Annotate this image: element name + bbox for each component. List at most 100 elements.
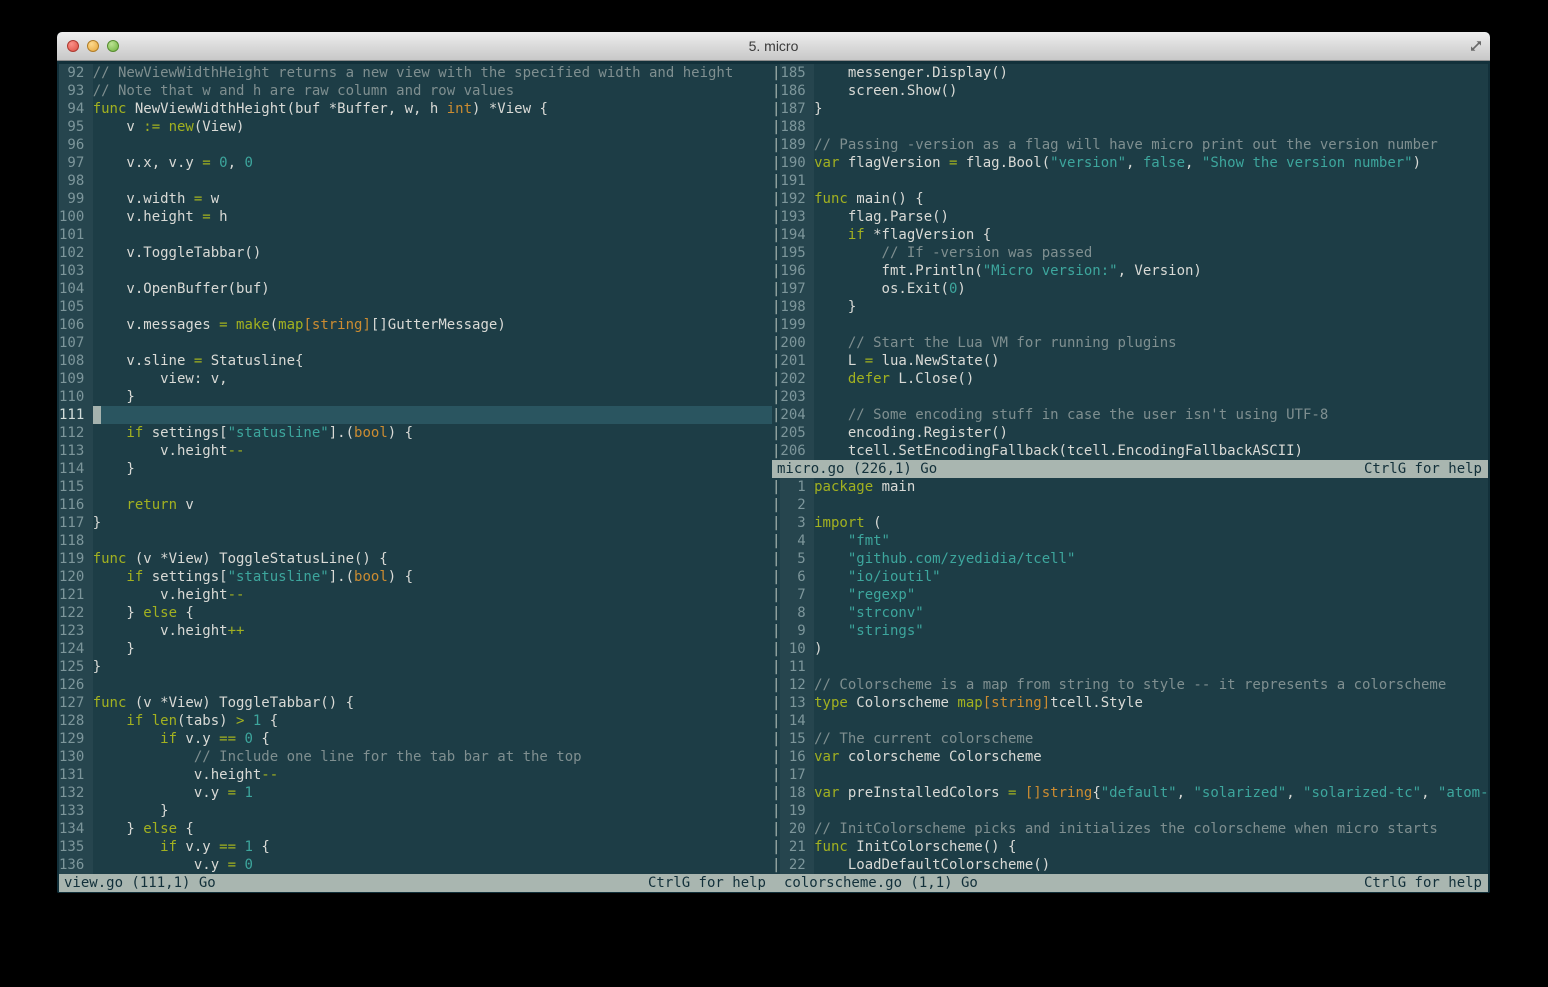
code-line[interactable]: 130 // Include one line for the tab bar … bbox=[59, 748, 772, 766]
code-line[interactable]: 95 v := new(View) bbox=[59, 118, 772, 136]
code-line[interactable]: 129 if v.y == 0 { bbox=[59, 730, 772, 748]
code-line[interactable]: 133 } bbox=[59, 802, 772, 820]
code-line[interactable]: 106 v.messages = make(map[string][]Gutte… bbox=[59, 316, 772, 334]
code-line[interactable]: 99 v.width = w bbox=[59, 190, 772, 208]
code-line[interactable]: | 2 bbox=[772, 496, 1488, 514]
code-line[interactable]: 125 } bbox=[59, 658, 772, 676]
code-line[interactable]: 104 v.OpenBuffer(buf) bbox=[59, 280, 772, 298]
code-text: } bbox=[93, 802, 169, 820]
code-line[interactable]: 97 v.x, v.y = 0, 0 bbox=[59, 154, 772, 172]
code-line[interactable]: 93 // Note that w and h are raw column a… bbox=[59, 82, 772, 100]
code-line[interactable]: 127 func (v *View) ToggleTabbar() { bbox=[59, 694, 772, 712]
code-line[interactable]: 116 return v bbox=[59, 496, 772, 514]
code-line[interactable]: |196 fmt.Println("Micro version:", Versi… bbox=[772, 262, 1488, 280]
micro-go-code[interactable]: |185 messenger.Display()|186 screen.Show… bbox=[772, 64, 1488, 460]
code-line[interactable]: |186 screen.Show() bbox=[772, 82, 1488, 100]
code-line[interactable]: |198 } bbox=[772, 298, 1488, 316]
code-line[interactable]: |191 bbox=[772, 172, 1488, 190]
code-line[interactable]: 112 if settings["statusline"].(bool) { bbox=[59, 424, 772, 442]
code-line[interactable]: |200 // Start the Lua VM for running plu… bbox=[772, 334, 1488, 352]
code-line[interactable]: 136 v.y = 0 bbox=[59, 856, 772, 874]
code-line[interactable]: 119 func (v *View) ToggleStatusLine() { bbox=[59, 550, 772, 568]
code-line[interactable]: |202 defer L.Close() bbox=[772, 370, 1488, 388]
code-line[interactable]: | 15 // The current colorscheme bbox=[772, 730, 1488, 748]
code-line[interactable]: | 4 "fmt" bbox=[772, 532, 1488, 550]
code-line[interactable]: 126 bbox=[59, 676, 772, 694]
code-line[interactable]: 111 bbox=[59, 406, 772, 424]
code-line[interactable]: | 12 // Colorscheme is a map from string… bbox=[772, 676, 1488, 694]
code-line[interactable]: | 6 "io/ioutil" bbox=[772, 568, 1488, 586]
view-go-code[interactable]: 92 // NewViewWidthHeight returns a new v… bbox=[59, 64, 772, 874]
pane-view-go[interactable]: 92 // NewViewWidthHeight returns a new v… bbox=[59, 64, 772, 892]
code-line[interactable]: |192 func main() { bbox=[772, 190, 1488, 208]
code-line[interactable]: 123 v.height++ bbox=[59, 622, 772, 640]
code-line[interactable]: | 20 // InitColorscheme picks and initia… bbox=[772, 820, 1488, 838]
colorscheme-go-code[interactable]: | 1 package main| 2 | 3 import (| 4 "fmt… bbox=[772, 478, 1488, 874]
code-line[interactable]: | 10 ) bbox=[772, 640, 1488, 658]
code-line[interactable]: 109 view: v, bbox=[59, 370, 772, 388]
code-line[interactable]: |197 os.Exit(0) bbox=[772, 280, 1488, 298]
code-line[interactable]: | 11 bbox=[772, 658, 1488, 676]
code-line[interactable]: | 7 "regexp" bbox=[772, 586, 1488, 604]
code-line[interactable]: 103 bbox=[59, 262, 772, 280]
code-line[interactable]: | 5 "github.com/zyedidia/tcell" bbox=[772, 550, 1488, 568]
code-line[interactable]: 115 bbox=[59, 478, 772, 496]
code-line[interactable]: 128 if len(tabs) > 1 { bbox=[59, 712, 772, 730]
code-text: // Colorscheme is a map from string to s… bbox=[814, 676, 1446, 694]
code-line[interactable]: 102 v.ToggleTabbar() bbox=[59, 244, 772, 262]
code-line[interactable]: |185 messenger.Display() bbox=[772, 64, 1488, 82]
code-line[interactable]: | 22 LoadDefaultColorscheme() bbox=[772, 856, 1488, 874]
code-line[interactable]: 134 } else { bbox=[59, 820, 772, 838]
code-line[interactable]: |188 bbox=[772, 118, 1488, 136]
code-line[interactable]: |205 encoding.Register() bbox=[772, 424, 1488, 442]
code-line[interactable]: 98 bbox=[59, 172, 772, 190]
code-line[interactable]: | 13 type Colorscheme map[string]tcell.S… bbox=[772, 694, 1488, 712]
code-line[interactable]: 118 bbox=[59, 532, 772, 550]
titlebar[interactable]: 5. micro bbox=[57, 32, 1490, 61]
code-line[interactable]: 124 } bbox=[59, 640, 772, 658]
code-line[interactable]: |201 L = lua.NewState() bbox=[772, 352, 1488, 370]
code-line[interactable]: | 17 bbox=[772, 766, 1488, 784]
code-line[interactable]: 120 if settings["statusline"].(bool) { bbox=[59, 568, 772, 586]
code-line[interactable]: |190 var flagVersion = flag.Bool("versio… bbox=[772, 154, 1488, 172]
code-line[interactable]: 108 v.sline = Statusline{ bbox=[59, 352, 772, 370]
code-line[interactable]: 92 // NewViewWidthHeight returns a new v… bbox=[59, 64, 772, 82]
code-line[interactable]: | 16 var colorscheme Colorscheme bbox=[772, 748, 1488, 766]
code-line[interactable]: 114 } bbox=[59, 460, 772, 478]
code-line[interactable]: |189 // Passing -version as a flag will … bbox=[772, 136, 1488, 154]
code-line[interactable]: 117 } bbox=[59, 514, 772, 532]
code-line[interactable]: 96 bbox=[59, 136, 772, 154]
code-line[interactable]: |195 // If -version was passed bbox=[772, 244, 1488, 262]
code-line[interactable]: 131 v.height-- bbox=[59, 766, 772, 784]
code-line[interactable]: | 8 "strconv" bbox=[772, 604, 1488, 622]
code-line[interactable]: |194 if *flagVersion { bbox=[772, 226, 1488, 244]
code-line[interactable]: | 18 var preInstalledColors = []string{"… bbox=[772, 784, 1488, 802]
code-line[interactable]: | 1 package main bbox=[772, 478, 1488, 496]
line-number: 131 bbox=[59, 766, 93, 784]
code-line[interactable]: 122 } else { bbox=[59, 604, 772, 622]
line-number: 9 bbox=[780, 622, 814, 640]
code-line[interactable]: 100 v.height = h bbox=[59, 208, 772, 226]
code-line[interactable]: 113 v.height-- bbox=[59, 442, 772, 460]
code-text: // NewViewWidthHeight returns a new view… bbox=[93, 64, 734, 82]
code-line[interactable]: 132 v.y = 1 bbox=[59, 784, 772, 802]
code-line[interactable]: |187 } bbox=[772, 100, 1488, 118]
code-line[interactable]: 107 bbox=[59, 334, 772, 352]
code-line[interactable]: 105 bbox=[59, 298, 772, 316]
code-line[interactable]: |193 flag.Parse() bbox=[772, 208, 1488, 226]
code-line[interactable]: |199 bbox=[772, 316, 1488, 334]
code-line[interactable]: | 9 "strings" bbox=[772, 622, 1488, 640]
code-line[interactable]: |204 // Some encoding stuff in case the … bbox=[772, 406, 1488, 424]
code-line[interactable]: |203 bbox=[772, 388, 1488, 406]
code-line[interactable]: | 21 func InitColorscheme() { bbox=[772, 838, 1488, 856]
fullscreen-icon[interactable] bbox=[1469, 39, 1483, 53]
code-line[interactable]: 121 v.height-- bbox=[59, 586, 772, 604]
code-line[interactable]: 110 } bbox=[59, 388, 772, 406]
code-line[interactable]: 101 bbox=[59, 226, 772, 244]
code-line[interactable]: 94 func NewViewWidthHeight(buf *Buffer, … bbox=[59, 100, 772, 118]
code-line[interactable]: |206 tcell.SetEncodingFallback(tcell.Enc… bbox=[772, 442, 1488, 460]
code-line[interactable]: | 19 bbox=[772, 802, 1488, 820]
code-line[interactable]: | 14 bbox=[772, 712, 1488, 730]
code-line[interactable]: | 3 import ( bbox=[772, 514, 1488, 532]
code-line[interactable]: 135 if v.y == 1 { bbox=[59, 838, 772, 856]
